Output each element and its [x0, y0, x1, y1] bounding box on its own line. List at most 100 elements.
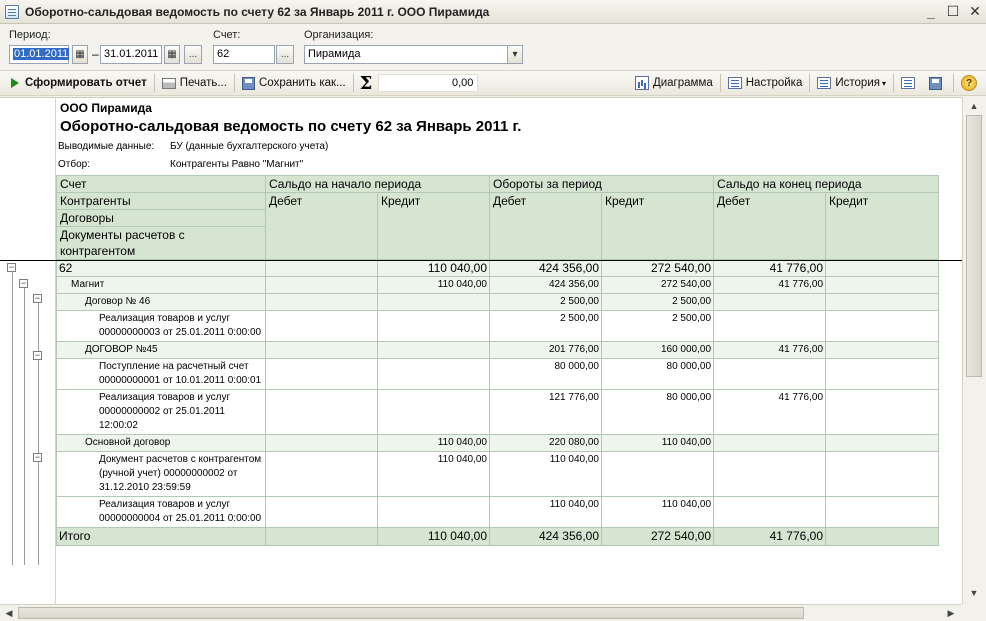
help-button[interactable]: ?: [956, 72, 982, 94]
turnover-credit: [600, 451, 715, 497]
turnover-credit: 80 000,00: [600, 358, 715, 390]
row-label: Магнит: [56, 276, 266, 294]
document-row[interactable]: Реализация товаров и услуг 00000000003 о…: [56, 310, 940, 342]
account-row[interactable]: 62 110 040,00 424 356,00 272 540,00 41 7…: [56, 259, 940, 277]
header-row: Счет Сальдо на начало периода Обороты за…: [56, 175, 940, 193]
document-row[interactable]: Реализация товаров и услуг 00000000004 о…: [56, 496, 940, 528]
closing-credit: [825, 276, 940, 294]
filter-label: Отбор:: [58, 159, 90, 170]
total-opening-debit: [265, 527, 378, 546]
settings-button[interactable]: Настройка: [723, 72, 808, 94]
collapse-group-icon[interactable]: −: [19, 279, 28, 288]
expand-groups-button[interactable]: [896, 72, 924, 94]
output-data-label: Выводимые данные:: [58, 141, 155, 152]
window-title: Оборотно-сальдовая ведомость по счету 62…: [25, 4, 490, 19]
closing-debit: 41 776,00: [713, 276, 827, 294]
diagram-button[interactable]: Диаграмма: [630, 72, 718, 94]
period-label: Период:: [9, 29, 51, 41]
turnover-credit: 80 000,00: [600, 389, 715, 435]
horizontal-scrollbar[interactable]: ◀ ▶: [0, 604, 962, 621]
collapse-group-icon[interactable]: −: [33, 351, 42, 360]
report-area[interactable]: ООО Пирамида Оборотно-сальдовая ведомост…: [0, 97, 962, 604]
report-icon: [5, 4, 19, 19]
closing-credit: [825, 451, 940, 497]
counterparty-row[interactable]: Магнит 110 040,00 424 356,00 272 540,00 …: [56, 276, 940, 294]
selection-sum-value: 0,00: [378, 74, 479, 92]
collapse-groups-icon: [929, 76, 942, 90]
collapse-group-icon[interactable]: −: [7, 263, 16, 272]
generate-report-label: Сформировать отчет: [25, 77, 147, 89]
toolbar-separator: [893, 74, 894, 92]
document-row[interactable]: Поступление на расчетный счет 0000000000…: [56, 358, 940, 390]
total-label: Итого: [56, 527, 266, 546]
collapse-group-icon[interactable]: −: [33, 294, 42, 303]
contract-row[interactable]: Основной договор 110 040,00 220 080,00 1…: [56, 434, 940, 452]
contract-row[interactable]: Договор № 46 2 500,00 2 500,00: [56, 293, 940, 311]
scrollbar-corner: [962, 604, 986, 621]
filter-value: Контрагенты Равно "Магнит": [170, 159, 304, 170]
total-turnover-debit: 424 356,00: [489, 527, 602, 546]
account-field[interactable]: 62: [213, 45, 275, 64]
calendar-to-icon[interactable]: ▦: [164, 45, 180, 64]
closing-credit: [825, 341, 940, 359]
vertical-scroll-thumb[interactable]: [966, 115, 982, 377]
save-as-button[interactable]: Сохранить как...: [237, 72, 351, 94]
closing-debit: [713, 434, 827, 452]
opening-credit: [377, 496, 490, 528]
turnover-debit: 201 776,00: [489, 341, 602, 359]
period-select-button[interactable]: ...: [184, 45, 202, 64]
scroll-up-icon[interactable]: ▲: [967, 99, 981, 113]
maximize-button[interactable]: ☐: [942, 2, 964, 22]
history-button[interactable]: История ▾: [812, 72, 891, 94]
total-closing-debit: 41 776,00: [713, 527, 827, 546]
opening-credit: [377, 358, 490, 390]
header-counterparties: Контрагенты: [56, 192, 266, 210]
total-opening-credit: 110 040,00: [377, 527, 490, 546]
document-row[interactable]: Реализация товаров и услуг 00000000002 о…: [56, 389, 940, 435]
print-button[interactable]: Печать...: [157, 72, 232, 94]
scroll-left-icon[interactable]: ◀: [3, 606, 15, 620]
organization-field[interactable]: Пирамида: [304, 45, 508, 64]
report-parameters: Период: 01.01.2011 ▦ – 31.01.2011 ▦ ... …: [0, 25, 986, 69]
closing-debit: [713, 496, 827, 528]
close-button[interactable]: ✕: [964, 2, 986, 22]
row-label: Реализация товаров и услуг 00000000004 о…: [56, 496, 266, 528]
date-from-field[interactable]: 01.01.2011: [9, 45, 70, 64]
opening-debit: [265, 496, 378, 528]
vertical-scrollbar[interactable]: ▲ ▼: [962, 97, 986, 604]
date-to-field[interactable]: 31.01.2011: [100, 45, 162, 64]
row-label: Документ расчетов с контрагентом (ручной…: [56, 451, 266, 497]
calendar-from-icon[interactable]: ▦: [72, 45, 88, 64]
turnover-credit: 110 040,00: [600, 496, 715, 528]
header-documents: Документы расчетов с контрагентом: [56, 226, 266, 260]
period-dash: –: [92, 47, 99, 61]
turnover-credit: 272 540,00: [600, 259, 715, 277]
collapse-groups-button[interactable]: [924, 72, 951, 94]
turnover-debit: 121 776,00: [489, 389, 602, 435]
turnover-credit: 110 040,00: [600, 434, 715, 452]
opening-credit: [377, 341, 490, 359]
play-icon: [11, 78, 19, 88]
header-closing-debit: Дебет: [713, 192, 827, 260]
chevron-down-icon: ▾: [881, 78, 886, 88]
account-select-button[interactable]: ...: [276, 45, 294, 64]
scroll-right-icon[interactable]: ▶: [945, 606, 957, 620]
turnover-debit: 424 356,00: [489, 276, 602, 294]
closing-credit: [825, 389, 940, 435]
generate-report-button[interactable]: Сформировать отчет: [6, 72, 152, 94]
document-row[interactable]: Документ расчетов с контрагентом (ручной…: [56, 451, 940, 497]
opening-debit: [265, 358, 378, 390]
organization-dropdown-icon[interactable]: ▾: [507, 45, 523, 64]
minimize-button[interactable]: _: [920, 2, 942, 22]
row-label: 62: [56, 259, 266, 277]
tree-line: [38, 462, 39, 565]
contract-row[interactable]: ДОГОВОР №45 201 776,00 160 000,00 41 776…: [56, 341, 940, 359]
print-label: Печать...: [179, 77, 227, 89]
total-turnover-credit: 272 540,00: [600, 527, 715, 546]
scroll-down-icon[interactable]: ▼: [967, 586, 981, 600]
closing-debit: [713, 358, 827, 390]
collapse-group-icon[interactable]: −: [33, 453, 42, 462]
horizontal-scroll-thumb[interactable]: [18, 607, 804, 619]
opening-credit: 110 040,00: [377, 434, 490, 452]
toolbar-separator: [953, 74, 954, 92]
